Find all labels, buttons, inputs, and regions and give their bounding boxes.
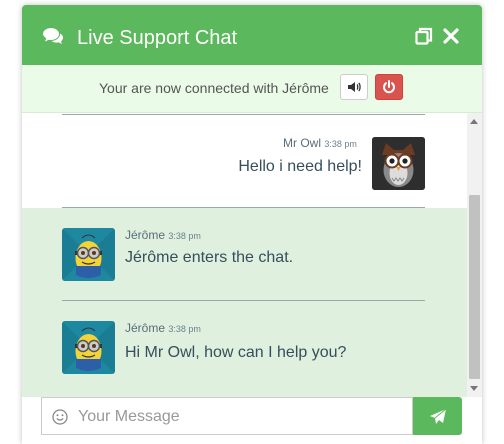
message-item: Jérôme 3:38 pm Hi Mr Owl, how can I help…: [22, 301, 467, 397]
restore-window-button[interactable]: [415, 27, 433, 45]
message-sender: Jérôme: [125, 228, 166, 242]
message-sender: Jérôme: [125, 321, 166, 335]
message-sender: Mr Owl: [283, 136, 321, 150]
minion-avatar: [62, 228, 115, 281]
message-list: Mr Owl 3:38 pm Hello i need help! Jérôme…: [22, 113, 467, 397]
message-input[interactable]: [76, 398, 410, 436]
message-time: 3:38 pm: [324, 139, 357, 149]
volume-icon: [348, 82, 361, 92]
power-icon: [383, 80, 395, 94]
close-icon: [443, 28, 459, 44]
message-meta: Mr Owl 3:38 pm: [283, 136, 357, 150]
message-composer: [22, 397, 482, 444]
minion-avatar: [62, 321, 115, 374]
message-text: Hi Mr Owl, how can I help you?: [125, 344, 347, 361]
close-button[interactable]: [442, 27, 460, 45]
message-meta: Jérôme 3:38 pm: [125, 228, 201, 242]
chat-widget: Live Support Chat Your are now connected…: [22, 5, 482, 444]
end-chat-button[interactable]: [375, 74, 403, 100]
message-text: Hello i need help!: [238, 158, 362, 175]
sound-toggle-button[interactable]: [340, 74, 368, 100]
message-item: Mr Owl 3:38 pm Hello i need help!: [22, 115, 467, 207]
send-button[interactable]: [413, 397, 462, 435]
message-item: Jérôme 3:38 pm Jérôme enters the chat.: [22, 208, 467, 301]
scroll-down-arrow-icon[interactable]: [470, 386, 478, 391]
scroll-thumb[interactable]: [469, 195, 480, 379]
chat-bubbles-icon: [43, 28, 63, 44]
paper-plane-icon: [430, 408, 447, 424]
message-meta: Jérôme 3:38 pm: [125, 321, 201, 335]
message-input-wrapper: [41, 397, 413, 436]
message-text: Jérôme enters the chat.: [125, 249, 294, 266]
scroll-up-arrow-icon[interactable]: [470, 119, 478, 124]
smiley-icon[interactable]: [52, 409, 68, 425]
owl-avatar: [372, 137, 425, 190]
restore-window-icon: [415, 27, 433, 45]
message-scrollbar[interactable]: [467, 113, 482, 397]
message-time: 3:38 pm: [168, 324, 201, 334]
title-bar: Live Support Chat: [22, 5, 482, 65]
window-title: Live Support Chat: [77, 27, 238, 49]
connection-status-text: Your are now connected with Jérôme: [99, 80, 329, 96]
connection-status-bar: Your are now connected with Jérôme: [22, 65, 482, 113]
message-time: 3:38 pm: [168, 231, 201, 241]
